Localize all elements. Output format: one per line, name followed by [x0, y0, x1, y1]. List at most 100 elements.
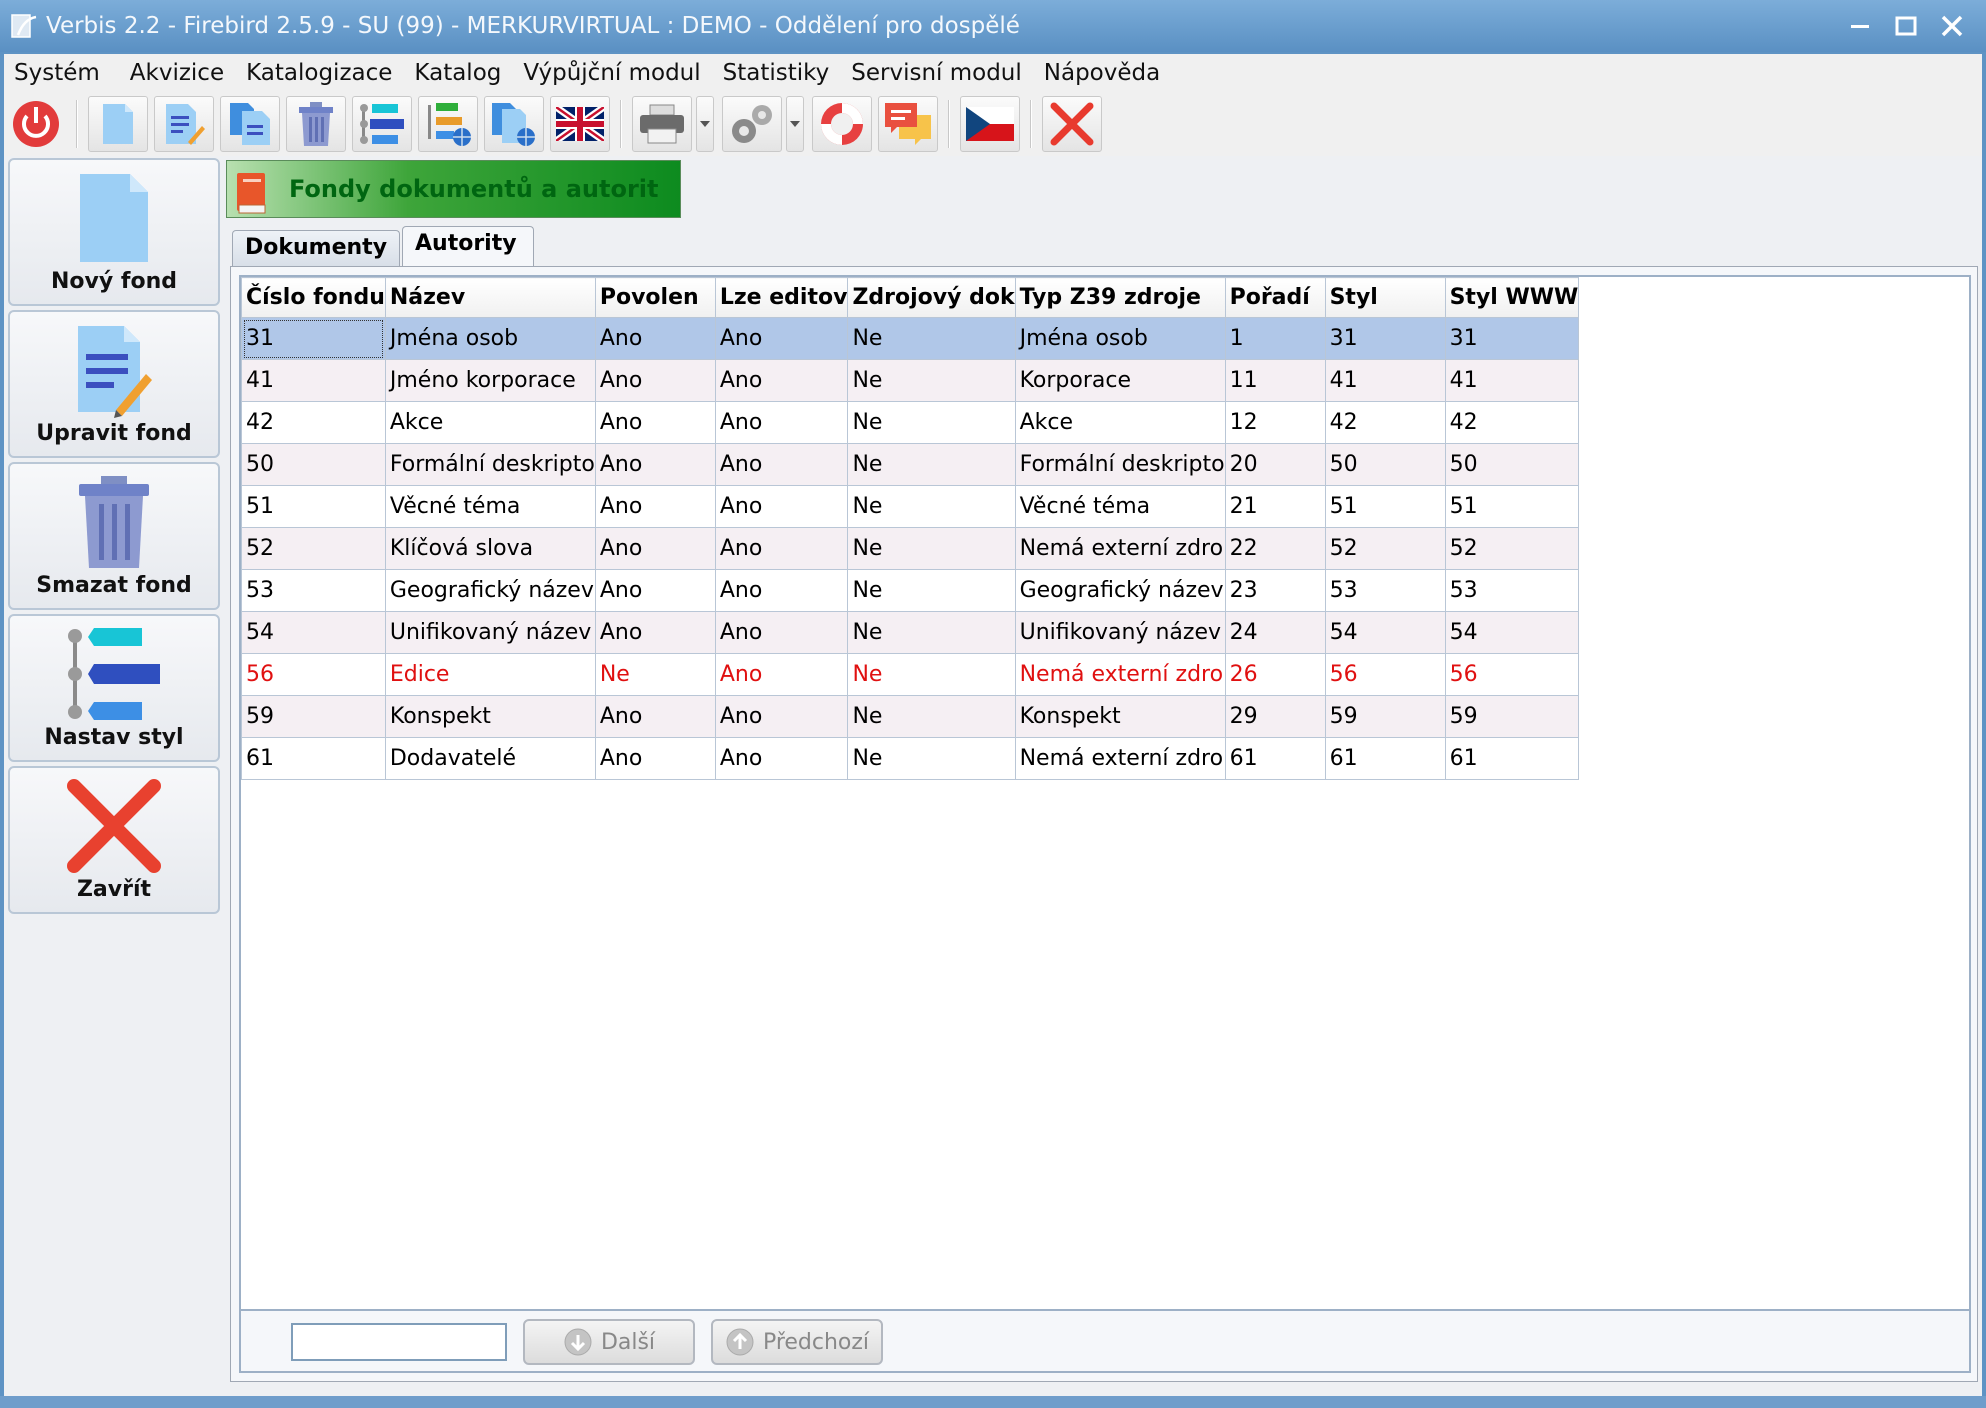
table-cell[interactable]: Ne — [847, 695, 1016, 738]
column-header[interactable]: Typ Z39 zdroje — [1014, 277, 1226, 318]
column-header[interactable]: Název — [384, 277, 596, 318]
table-cell[interactable]: 52 — [1324, 527, 1446, 570]
table-cell[interactable]: 52 — [241, 527, 386, 570]
table-cell[interactable]: 51 — [1444, 485, 1580, 528]
tb-delete-button[interactable] — [286, 96, 346, 152]
table-cell[interactable]: 29 — [1224, 695, 1326, 738]
table-row[interactable]: 56 Edice Ne Ano Ne Nemá externí zdro 26 56 56 — [241, 653, 1580, 696]
table-cell[interactable]: Ano — [594, 359, 716, 402]
close-panel-button[interactable]: Zavřít — [8, 766, 220, 914]
minimize-button[interactable] — [1842, 8, 1878, 44]
column-header[interactable]: Pořadí — [1224, 277, 1326, 318]
table-row[interactable]: 59 Konspekt Ano Ano Ne Konspekt 29 59 59 — [241, 695, 1580, 738]
edit-fund-button[interactable]: Upravit fond — [8, 310, 220, 458]
table-cell[interactable]: Ne — [847, 485, 1016, 528]
print-dropdown[interactable] — [696, 96, 714, 152]
table-cell[interactable]: Ano — [714, 527, 849, 570]
tb-tree-web-button[interactable] — [418, 96, 478, 152]
table-cell[interactable]: Ano — [714, 443, 849, 486]
menu-acquisition[interactable]: Akvizice — [120, 60, 236, 86]
column-header[interactable]: Číslo fondu — [241, 277, 386, 318]
table-cell[interactable]: 56 — [1324, 653, 1446, 696]
table-cell[interactable]: 41 — [1444, 359, 1580, 402]
tb-doc-web-button[interactable] — [484, 96, 544, 152]
table-cell[interactable]: Ano — [714, 485, 849, 528]
table-cell[interactable]: Ano — [594, 611, 716, 654]
table-cell[interactable]: Ne — [594, 653, 716, 696]
table-cell[interactable]: Ano — [594, 317, 716, 360]
table-cell[interactable]: Jména osob — [384, 317, 596, 360]
table-cell[interactable]: Dodavatelé — [384, 737, 596, 780]
menu-cataloguing[interactable]: Katalogizace — [236, 60, 404, 86]
table-cell[interactable]: 51 — [1324, 485, 1446, 528]
table-cell[interactable]: Ne — [847, 611, 1016, 654]
tb-close-button[interactable] — [1042, 96, 1102, 152]
table-cell[interactable]: 42 — [241, 401, 386, 444]
table-cell[interactable]: 54 — [1324, 611, 1446, 654]
table-cell[interactable]: Ano — [594, 527, 716, 570]
menu-help[interactable]: Nápověda — [1034, 60, 1172, 86]
table-cell[interactable]: Klíčová slova — [384, 527, 596, 570]
table-cell[interactable]: Akce — [1014, 401, 1226, 444]
table-cell[interactable]: 50 — [241, 443, 386, 486]
table-cell[interactable]: 26 — [1224, 653, 1326, 696]
table-cell[interactable]: 61 — [241, 737, 386, 780]
tab-documents[interactable]: Dokumenty — [232, 230, 400, 266]
tb-help-button[interactable] — [812, 96, 872, 152]
maximize-button[interactable] — [1888, 8, 1924, 44]
table-cell[interactable]: Ano — [714, 359, 849, 402]
column-header[interactable]: Styl — [1324, 277, 1446, 318]
table-row[interactable]: 61 Dodavatelé Ano Ano Ne Nemá externí zdro 61 6… — [241, 737, 1580, 780]
table-cell[interactable]: 42 — [1444, 401, 1580, 444]
table-cell[interactable]: 52 — [1444, 527, 1580, 570]
column-header[interactable]: Styl WWW — [1444, 277, 1580, 318]
table-cell[interactable]: Geografický název — [1014, 569, 1226, 612]
table-cell[interactable]: Ano — [714, 317, 849, 360]
table-cell[interactable]: Ano — [714, 653, 849, 696]
menu-circulation[interactable]: Výpůjční modul — [513, 60, 712, 86]
table-row[interactable]: 42 Akce Ano Ano Ne Akce 12 42 42 — [241, 401, 1580, 444]
tb-edit-button[interactable] — [154, 96, 214, 152]
menu-statistics[interactable]: Statistiky — [713, 60, 842, 86]
table-cell[interactable]: Ano — [714, 737, 849, 780]
table-cell[interactable]: 20 — [1224, 443, 1326, 486]
table-cell[interactable]: 59 — [1444, 695, 1580, 738]
table-cell[interactable]: Unifikovaný název — [1014, 611, 1226, 654]
table-cell[interactable]: Formální deskripto — [384, 443, 596, 486]
table-cell[interactable]: Formální deskripto — [1014, 443, 1226, 486]
table-cell[interactable]: 50 — [1324, 443, 1446, 486]
table-cell[interactable]: Unifikovaný název — [384, 611, 596, 654]
table-cell[interactable]: Edice — [384, 653, 596, 696]
menu-system[interactable]: Systém — [4, 60, 112, 86]
table-cell[interactable]: Ne — [847, 443, 1016, 486]
table-cell[interactable]: 56 — [1444, 653, 1580, 696]
column-header[interactable]: Lze editov — [714, 277, 849, 318]
table-cell[interactable]: Věcné téma — [384, 485, 596, 528]
table-cell[interactable]: Ano — [594, 695, 716, 738]
table-cell[interactable]: Konspekt — [1014, 695, 1226, 738]
tb-settings-button[interactable] — [722, 96, 782, 152]
settings-dropdown[interactable] — [786, 96, 804, 152]
tb-copy-button[interactable] — [220, 96, 280, 152]
tb-tree-button[interactable] — [352, 96, 412, 152]
previous-button[interactable]: Předchozí — [711, 1319, 883, 1365]
table-cell[interactable]: Nemá externí zdro — [1014, 653, 1226, 696]
table-cell[interactable]: Ano — [594, 737, 716, 780]
table-cell[interactable]: 12 — [1224, 401, 1326, 444]
table-cell[interactable]: 24 — [1224, 611, 1326, 654]
table-cell[interactable]: Ano — [714, 611, 849, 654]
menu-catalog[interactable]: Katalog — [404, 60, 513, 86]
column-header[interactable]: Povolen — [594, 277, 716, 318]
table-cell[interactable]: 41 — [1324, 359, 1446, 402]
table-row[interactable]: 31 Jména osob Ano Ano Ne Jména osob 1 31 31 — [241, 317, 1580, 360]
table-cell[interactable]: Ne — [847, 359, 1016, 402]
table-row[interactable]: 53 Geografický název Ano Ano Ne Geografický n… — [241, 569, 1580, 612]
table-cell[interactable]: Ano — [714, 569, 849, 612]
power-button[interactable] — [6, 96, 66, 152]
table-cell[interactable]: Ne — [847, 401, 1016, 444]
tb-messages-button[interactable] — [878, 96, 938, 152]
table-row[interactable]: 54 Unifikovaný název Ano Ano Ne Unifikovaný n… — [241, 611, 1580, 654]
table-cell[interactable]: Ne — [847, 653, 1016, 696]
table-cell[interactable]: Ne — [847, 569, 1016, 612]
table-cell[interactable]: Ano — [714, 695, 849, 738]
